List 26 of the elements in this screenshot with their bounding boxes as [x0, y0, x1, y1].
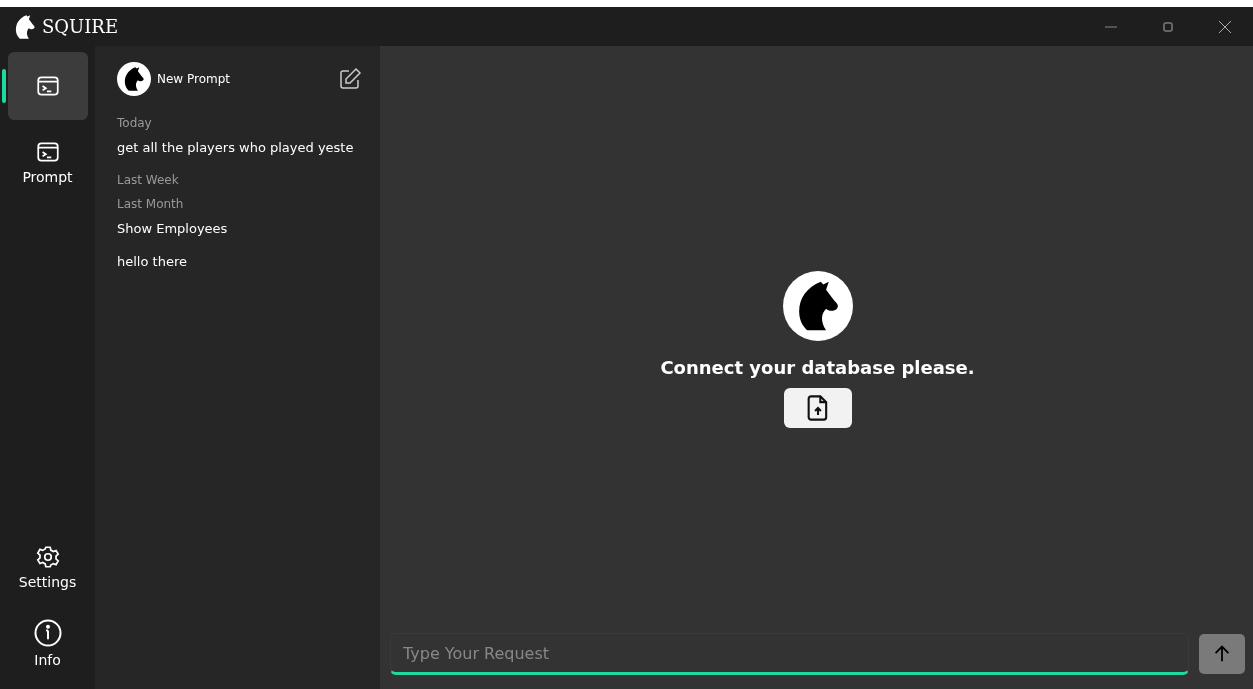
- group-heading: Last Week: [117, 173, 179, 187]
- nav-item[interactable]: Info: [7, 609, 88, 677]
- group-heading: Today: [117, 116, 152, 130]
- horse-logo-icon: [14, 13, 36, 40]
- info-icon: [32, 618, 63, 648]
- active-indicator: [1, 69, 6, 103]
- terminal-icon: [34, 73, 61, 99]
- terminal-icon: [34, 139, 61, 165]
- history-item[interactable]: get all the players who played yeste: [117, 140, 354, 155]
- request-input[interactable]: Type Your Request: [390, 633, 1189, 675]
- horse-logo-icon: [782, 271, 853, 341]
- nav-item[interactable]: Prompt: [7, 128, 88, 196]
- close-icon[interactable]: [1217, 18, 1233, 35]
- edit-icon[interactable]: [338, 67, 362, 91]
- history-item[interactable]: hello there: [117, 254, 187, 269]
- settings-icon: [34, 544, 61, 570]
- group-heading: Last Month: [117, 197, 184, 211]
- window-title: SQUIRE: [42, 16, 119, 37]
- nav-item[interactable]: Settings: [7, 533, 88, 601]
- upload-file-button[interactable]: [783, 388, 852, 428]
- nav-item[interactable]: [7, 52, 88, 120]
- send-button[interactable]: [1199, 634, 1245, 674]
- horse-avatar-icon: [117, 62, 151, 96]
- new-prompt-button[interactable]: New Prompt: [117, 62, 231, 96]
- connect-message: Connect your database please.: [660, 357, 975, 378]
- history-item[interactable]: Show Employees: [117, 221, 228, 236]
